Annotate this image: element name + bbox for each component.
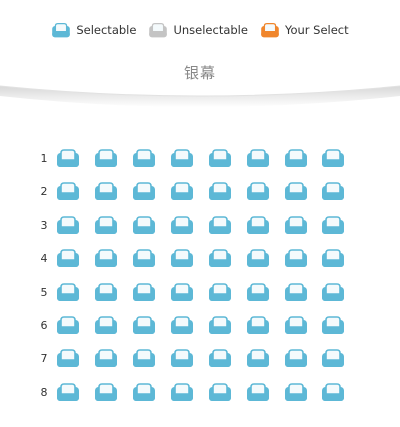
seat-button[interactable]: [208, 148, 232, 170]
seat-button[interactable]: [321, 348, 345, 370]
seat-button[interactable]: [94, 315, 118, 337]
seat-button[interactable]: [170, 382, 194, 404]
seat-button[interactable]: [56, 181, 80, 203]
seat-button[interactable]: [56, 148, 80, 170]
seat-legend: Selectable Unselectable Your Select: [0, 22, 400, 38]
seat-row: 2: [0, 181, 400, 205]
seat-button[interactable]: [246, 315, 270, 337]
legend-selectable: Selectable: [51, 22, 136, 38]
seat-button[interactable]: [170, 315, 194, 337]
seat-row: 7: [0, 348, 400, 372]
seat-button[interactable]: [321, 382, 345, 404]
row-label: 2: [40, 185, 48, 199]
seat-button[interactable]: [321, 148, 345, 170]
seat-button[interactable]: [56, 315, 80, 337]
seat-button[interactable]: [94, 148, 118, 170]
seat-button[interactable]: [321, 215, 345, 237]
seat-button[interactable]: [321, 248, 345, 270]
seat-button[interactable]: [94, 282, 118, 304]
legend-label-selectable: Selectable: [76, 23, 137, 37]
seat-button[interactable]: [246, 148, 270, 170]
seat-icon: [260, 22, 280, 38]
seat-button[interactable]: [94, 181, 118, 203]
seat-button[interactable]: [208, 348, 232, 370]
seat-button[interactable]: [94, 348, 118, 370]
row-label: 8: [40, 385, 48, 399]
seat-button[interactable]: [208, 315, 232, 337]
legend-label-unselectable: Unselectable: [173, 23, 248, 37]
seat-button[interactable]: [246, 348, 270, 370]
seat-button[interactable]: [56, 215, 80, 237]
seat-button[interactable]: [246, 382, 270, 404]
seat-button[interactable]: [94, 215, 118, 237]
seat-row: 3: [0, 215, 400, 239]
seat-button[interactable]: [208, 382, 232, 404]
seat-icon: [148, 22, 168, 38]
seat-button[interactable]: [56, 348, 80, 370]
seat-button[interactable]: [132, 148, 156, 170]
seat-button[interactable]: [321, 315, 345, 337]
seat-button[interactable]: [132, 248, 156, 270]
seat-button[interactable]: [208, 181, 232, 203]
seat-row: 5: [0, 282, 400, 306]
seat-button[interactable]: [246, 215, 270, 237]
seat-row: 8: [0, 382, 400, 406]
legend-label-your-select: Your Select: [284, 23, 349, 37]
seat-button[interactable]: [208, 282, 232, 304]
seat-button[interactable]: [246, 282, 270, 304]
seat-row: 6: [0, 315, 400, 339]
legend-unselectable: Unselectable: [148, 22, 248, 38]
seat-button[interactable]: [321, 282, 345, 304]
seat-button[interactable]: [284, 248, 308, 270]
row-label: 1: [40, 152, 48, 165]
seat-button[interactable]: [284, 382, 308, 404]
seat-row: 1: [0, 148, 400, 172]
seat-button[interactable]: [170, 181, 194, 203]
seat-button[interactable]: [170, 148, 194, 170]
seat-button[interactable]: [56, 248, 80, 270]
seat-button[interactable]: [132, 282, 156, 304]
seat-button[interactable]: [56, 282, 80, 304]
seat-button[interactable]: [284, 315, 308, 337]
seat-button[interactable]: [321, 181, 345, 203]
seat-button[interactable]: [170, 215, 194, 237]
seat-button[interactable]: [132, 382, 156, 404]
seat-button[interactable]: [132, 215, 156, 237]
seat-button[interactable]: [132, 181, 156, 203]
seat-button[interactable]: [94, 248, 118, 270]
seat-button[interactable]: [170, 248, 194, 270]
seat-button[interactable]: [284, 348, 308, 370]
seat-button[interactable]: [284, 215, 308, 237]
row-label: 3: [40, 218, 48, 232]
seat-button[interactable]: [132, 315, 156, 337]
seat-button[interactable]: [208, 248, 232, 270]
seat-button[interactable]: [284, 148, 308, 170]
seat-button[interactable]: [56, 382, 80, 404]
seat-button[interactable]: [170, 348, 194, 370]
seat-button[interactable]: [170, 282, 194, 304]
legend-your-select: Your Select: [260, 22, 349, 38]
seat-button[interactable]: [246, 181, 270, 203]
seat-button[interactable]: [208, 215, 232, 237]
row-label: 4: [40, 252, 48, 266]
seat-button[interactable]: [284, 282, 308, 304]
seat-button[interactable]: [94, 382, 118, 404]
row-label: 6: [40, 319, 48, 332]
seat-button[interactable]: [284, 181, 308, 203]
seat-icon: [51, 22, 71, 38]
row-label: 5: [40, 285, 48, 299]
seat-row: 4: [0, 248, 400, 272]
screen-curve: [0, 85, 400, 107]
row-label: 7: [40, 352, 48, 366]
seat-button[interactable]: [246, 248, 270, 270]
seat-button[interactable]: [132, 348, 156, 370]
